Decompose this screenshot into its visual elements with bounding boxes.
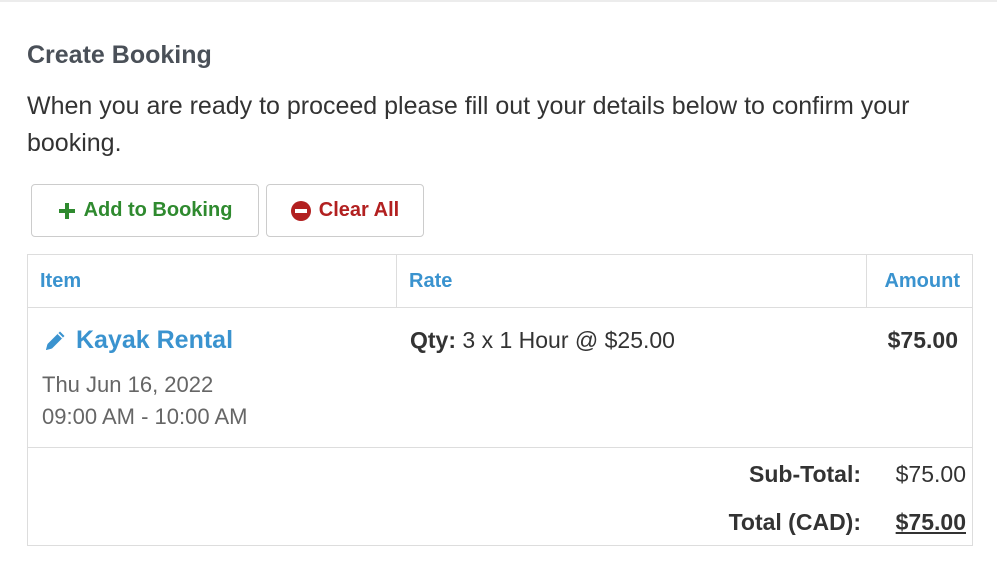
- row-divider: [28, 307, 972, 308]
- clear-all-label: Clear All: [318, 199, 400, 221]
- header-amount: Amount: [884, 269, 960, 292]
- top-divider: [0, 0, 997, 2]
- item-time: 09:00 AM - 10:00 AM: [42, 404, 248, 429]
- subtotal-label: Sub-Total:: [749, 461, 861, 487]
- total-label: Total (CAD):: [728, 509, 861, 535]
- item-date: Thu Jun 16, 2022: [42, 372, 214, 397]
- header-item: Item: [40, 269, 82, 292]
- item-name: Kayak Rental: [76, 326, 234, 354]
- minus-circle-icon: [290, 200, 311, 221]
- qty-label: Qty:: [410, 327, 456, 353]
- header-divider: [866, 255, 867, 307]
- pencil-icon: [46, 331, 65, 350]
- page-title: Create Booking: [27, 41, 212, 69]
- intro-text: When you are ready to proceed please fil…: [27, 92, 910, 157]
- clear-all-button[interactable]: Clear All: [266, 184, 424, 237]
- plus-icon: [58, 202, 75, 219]
- add-to-booking-label: Add to Booking: [83, 199, 233, 221]
- item-amount: $75.00: [887, 327, 958, 353]
- qty-value: 3 x 1 Hour @ $25.00: [462, 327, 675, 353]
- rate-cell: Qty: 3 x 1 Hour @ $25.00: [410, 327, 675, 354]
- header-rate: Rate: [409, 269, 453, 292]
- add-to-booking-button[interactable]: Add to Booking: [31, 184, 259, 237]
- total-value: $75.00: [895, 509, 966, 535]
- subtotal-value: $75.00: [895, 461, 966, 487]
- edit-item-link[interactable]: Kayak Rental: [42, 326, 233, 355]
- header-divider: [396, 255, 397, 307]
- booking-table: Item Rate Amount Kayak Rental Thu Jun 16…: [27, 254, 973, 546]
- row-divider: [28, 447, 972, 448]
